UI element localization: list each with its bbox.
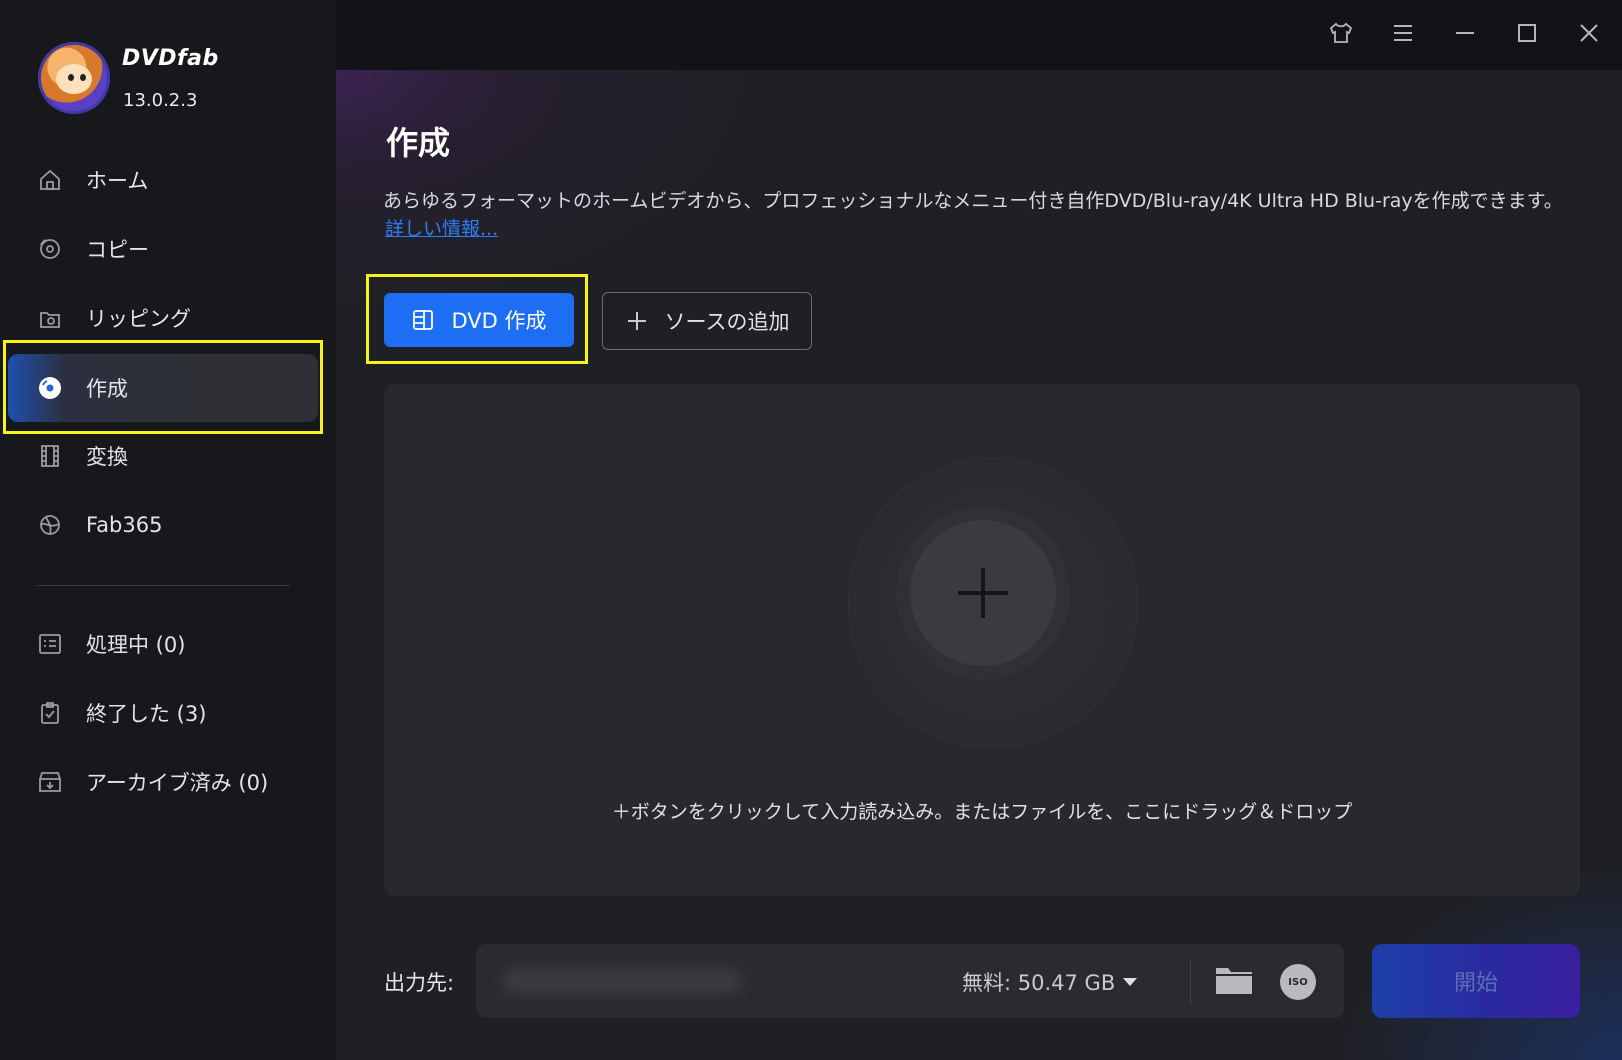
sidebar-item-label: 変換 <box>86 445 128 469</box>
dvd-create-label: DVD 作成 <box>451 309 547 333</box>
dvd-create-icon <box>411 308 435 332</box>
page-title: 作成 <box>386 124 451 162</box>
dvdfab-logo-icon <box>38 42 110 114</box>
page-description: あらゆるフォーマットのホームビデオから、プロフェッショナルなメニュー付き自作DV… <box>383 190 1563 212</box>
sidebar-item-label: リッピング <box>86 307 191 331</box>
sidebar-item-label: ホーム <box>86 169 149 193</box>
free-space-selector[interactable]: 無料: 50.47 GB <box>962 967 1138 997</box>
copy-disc-icon <box>36 235 64 263</box>
film-icon <box>36 442 64 470</box>
start-button[interactable]: 開始 <box>1372 944 1580 1018</box>
sidebar-item-fab365[interactable]: Fab365 <box>36 505 162 545</box>
sidebar-item-copy[interactable]: コピー <box>36 229 149 269</box>
sidebar-item-label: 終了した (3) <box>86 702 207 726</box>
drop-hint-text: ＋ボタンをクリックして入力読み込み。またはファイルを、ここにドラッグ＆ドロップ <box>611 801 1353 823</box>
maximize-icon[interactable] <box>1512 18 1542 48</box>
plus-icon <box>625 309 649 333</box>
iso-label: ISO <box>1288 976 1308 988</box>
add-source-label: ソースの追加 <box>664 310 790 334</box>
dvd-create-button[interactable]: DVD 作成 <box>384 293 574 347</box>
sidebar-item-label: 処理中 (0) <box>86 633 186 657</box>
chevron-down-icon[interactable] <box>1123 978 1138 986</box>
sidebar-divider <box>36 585 290 586</box>
processing-list-icon <box>36 630 64 658</box>
sidebar-item-label: アーカイブ済み (0) <box>86 771 269 795</box>
sidebar-item-finished[interactable]: 終了した (3) <box>36 693 206 733</box>
more-info-link[interactable]: 詳しい情報... <box>385 214 498 241</box>
sidebar-item-archived[interactable]: アーカイブ済み (0) <box>36 762 268 802</box>
skin-shirt-icon[interactable] <box>1326 18 1356 48</box>
creator-disc-icon <box>36 374 64 402</box>
title-bar <box>336 0 1622 70</box>
sidebar-item-home[interactable]: ホーム <box>36 160 148 200</box>
output-path-redacted <box>502 968 742 994</box>
sidebar-item-label: 作成 <box>86 377 128 401</box>
sidebar-item-label: コピー <box>86 238 149 262</box>
start-label: 開始 <box>1453 971 1498 996</box>
folder-icon[interactable] <box>1214 962 1254 998</box>
archive-box-icon <box>36 768 64 796</box>
sidebar: DVDfab 13.0.2.3 ホーム コピー リッピング 作成 変換 Fab3… <box>0 0 336 1060</box>
home-icon <box>36 166 64 194</box>
sidebar-item-creator[interactable]: 作成 <box>36 368 128 408</box>
finished-clipboard-icon <box>36 699 64 727</box>
fab365-icon <box>36 511 64 539</box>
ripping-icon <box>36 304 64 332</box>
output-label: 出力先: <box>384 971 455 995</box>
free-space-value: 無料: 50.47 GB <box>962 971 1116 995</box>
sidebar-item-ripping[interactable]: リッピング <box>36 298 191 338</box>
close-icon[interactable] <box>1574 18 1604 48</box>
sidebar-item-processing[interactable]: 処理中 (0) <box>36 624 185 664</box>
output-separator <box>1190 960 1191 1004</box>
minimize-icon[interactable] <box>1450 18 1480 48</box>
add-file-button[interactable] <box>910 520 1056 666</box>
sidebar-item-label: Fab365 <box>86 513 163 537</box>
sidebar-item-convert[interactable]: 変換 <box>36 436 128 476</box>
app-brand: DVDfab <box>122 46 219 71</box>
app-version: 13.0.2.3 <box>123 90 198 111</box>
add-source-button[interactable]: ソースの追加 <box>602 292 812 350</box>
menu-icon[interactable] <box>1388 18 1418 48</box>
iso-icon[interactable]: ISO <box>1280 964 1316 1000</box>
add-plus-icon <box>958 568 1008 618</box>
